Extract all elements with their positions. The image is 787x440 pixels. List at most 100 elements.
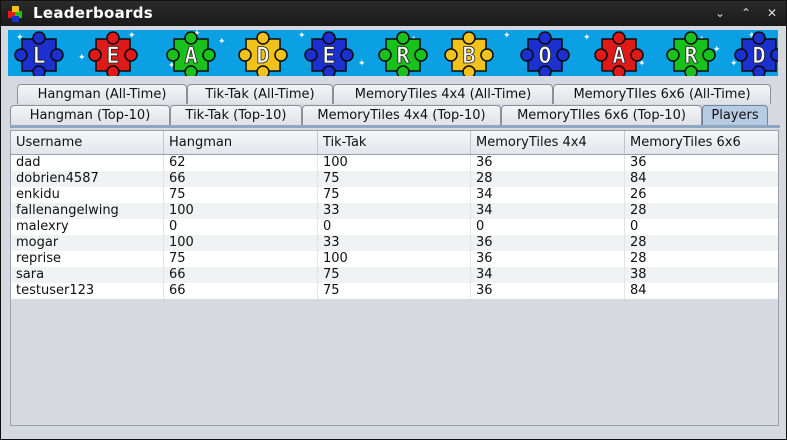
table-row[interactable]: dobrien4587 66 75 28 84 [11,171,778,187]
table-row[interactable]: mogar 100 33 36 28 [11,235,778,251]
table-cell: 28 [630,203,647,218]
banner-star: ✦ [583,33,591,43]
banner-letter: R [396,44,410,69]
puzzle-piece: R [378,31,428,76]
table-cell: 66 [164,283,318,299]
tab-hangman-top-10[interactable]: Hangman (Top-10) [10,105,170,125]
banner-star: ✦ [218,37,226,47]
table-cell: 28 [630,235,647,250]
players-table[interactable]: Username Hangman Tik-Tak MemoryTiles 4x4… [10,130,779,426]
banner-letter: E [322,44,335,69]
table-cell: 36 [471,283,625,299]
tab-memorytiles6x6-top-10[interactable]: MemoryTIles 6x6 (Top-10) [501,105,702,125]
table-cell: 66 [164,267,318,283]
table-cell: 100 [164,235,318,251]
table-cell: 33 [318,235,471,251]
banner-star: ✦ [298,31,306,41]
table-cell: sara [11,267,164,283]
banner-letter: R [684,44,698,69]
maximize-button[interactable]: ⌃ [737,5,755,22]
banner-letter: B [462,44,475,69]
table-cell: 0 [164,219,318,235]
table-row[interactable]: malexry 0 0 0 0 [11,219,778,235]
table-cell: 75 [318,283,471,299]
leaderboards-window: Leaderboards ⌄ ⌃ ✕ ✦✦✦✦✦✦✦✦✦✦✦✦✦✦✦✦✦✦✦✦✦… [0,0,787,440]
table-cell: 36 [471,251,625,267]
tab-players[interactable]: Players [702,105,768,125]
column-header-tiktak[interactable]: Tik-Tak [318,131,471,154]
table-cell: 75 [318,187,471,203]
tab-hangman-all-time[interactable]: Hangman (All-Time) [17,84,187,104]
leaderboard-banner: ✦✦✦✦✦✦✦✦✦✦✦✦✦✦✦✦✦✦✦✦✦✦✦✦LEADERBOARD [8,30,778,76]
tab-tiktak-top-10[interactable]: Tik-Tak (Top-10) [170,105,302,125]
banner-letter: D [256,44,269,69]
table-cell: 84 [630,283,647,298]
column-header-memorytiles4x4[interactable]: MemoryTiles 4x4 [471,131,625,154]
puzzle-piece: L [14,31,64,76]
table-cell: reprise [11,251,164,267]
table-cell: 100 [318,251,471,267]
table-cell: 38 [630,267,647,282]
table-row[interactable]: fallenangelwing 100 33 34 28 [11,203,778,219]
table-row[interactable]: sara 66 75 34 38 [11,267,778,283]
table-row[interactable]: dad 62 100 36 36 [11,155,778,171]
title-bar[interactable]: Leaderboards ⌄ ⌃ ✕ [1,1,786,26]
table-cell: 66 [164,171,318,187]
table-cell: enkidu [11,187,164,203]
table-cell: 33 [318,203,471,219]
close-button[interactable]: ✕ [763,5,781,22]
table-row[interactable]: reprise 75 100 36 28 [11,251,778,267]
table-cell: 34 [471,203,625,219]
column-header-hangman[interactable]: Hangman [164,131,318,154]
minimize-button[interactable]: ⌄ [711,5,729,22]
table-cell: 62 [164,155,318,171]
tab-memorytiles4x4-all-time[interactable]: MemoryTiles 4x4 (All-Time) [333,84,553,104]
table-cell: 75 [164,251,318,267]
table-cell: fallenangelwing [11,203,164,219]
table-cell: 34 [471,187,625,203]
table-cell: 100 [164,203,318,219]
puzzle-piece: A [166,31,216,76]
table-cell: 75 [318,171,471,187]
table-header: Username Hangman Tik-Tak MemoryTiles 4x4… [11,131,778,155]
table-cell: 84 [630,171,647,186]
tab-memorytiles4x4-top-10[interactable]: MemoryTiles 4x4 (Top-10) [302,105,501,125]
tab-memorytiles6x6-all-time[interactable]: MemoryTIles 6x6 (All-Time) [553,84,771,104]
table-cell: 0 [471,219,625,235]
banner-letter: A [612,44,625,69]
banner-star: ✦ [358,59,366,69]
puzzle-piece: D [238,31,288,76]
table-cell: mogar [11,235,164,251]
table-row[interactable]: testuser123 66 75 36 84 [11,283,778,299]
banner-letter: D [752,44,765,69]
table-cell: 36 [630,155,647,170]
banner-letter: O [538,44,551,69]
puzzle-piece: E [88,31,138,76]
banner-letter: L [32,44,45,69]
column-header-memorytiles6x6[interactable]: MemoryTiles 6x6 [625,131,778,154]
banner-letter: A [184,44,197,69]
puzzle-piece: D [734,31,778,76]
tab-tiktak-all-time[interactable]: Tik-Tak (All-Time) [187,84,333,104]
tab-separator [10,125,780,128]
puzzle-piece: E [304,31,354,76]
table-cell: 75 [318,267,471,283]
table-cell: 75 [164,187,318,203]
puzzle-piece: B [444,31,494,76]
table-cell: 0 [630,219,639,234]
table-cell: malexry [11,219,164,235]
banner-graphic: ✦✦✦✦✦✦✦✦✦✦✦✦✦✦✦✦✦✦✦✦✦✦✦✦LEADERBOARD [14,30,778,76]
table-cell: 34 [471,267,625,283]
banner-letter: E [106,44,119,69]
table-cell: dad [11,155,164,171]
table-row[interactable]: enkidu 75 75 34 26 [11,187,778,203]
table-cell: 26 [630,187,647,202]
puzzle-piece: R [666,31,716,76]
table-cell: 36 [471,235,625,251]
puzzle-piece: A [594,31,644,76]
puzzle-piece: O [520,31,570,76]
column-header-username[interactable]: Username [11,131,164,154]
banner-star: ✦ [78,53,86,63]
table-cell: 100 [318,155,471,171]
table-cell: dobrien4587 [11,171,164,187]
